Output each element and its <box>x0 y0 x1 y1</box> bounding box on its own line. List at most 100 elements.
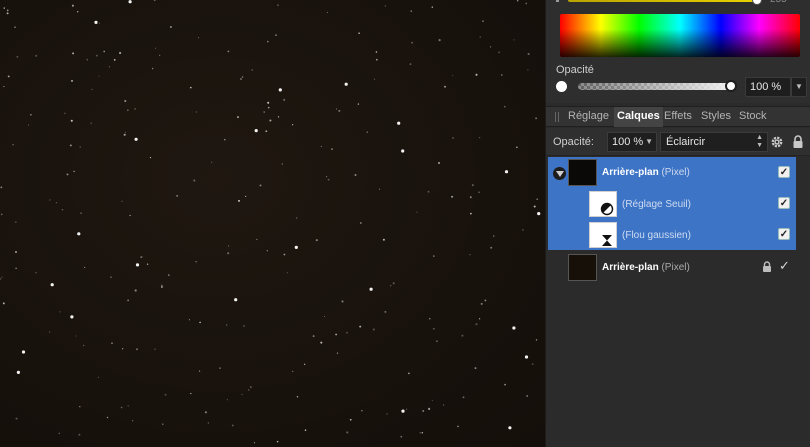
star-dot <box>226 324 228 326</box>
layer-opacity-label: Opacité: <box>553 136 594 148</box>
layer-thumbnail <box>589 191 617 217</box>
opacity-dropdown-button[interactable]: ▼ <box>791 77 807 97</box>
star-dot <box>358 32 360 35</box>
right-panel: 255 Opacité 100 % ▼ Réglage Calques Effe… <box>545 0 810 447</box>
opacity-slider-knob[interactable] <box>725 80 737 92</box>
star-dot <box>129 214 131 217</box>
star-dot <box>296 217 298 219</box>
star-dot <box>3 7 5 9</box>
layer-row[interactable]: (Flou gaussien) ✓ <box>548 219 796 250</box>
document-canvas[interactable] <box>0 0 545 447</box>
tab-stock[interactable]: Stock <box>739 110 767 122</box>
star-dot <box>392 282 395 285</box>
star-dot <box>21 350 26 354</box>
star-dot <box>457 425 459 428</box>
star-dot <box>16 55 19 58</box>
gear-icon[interactable] <box>770 135 784 149</box>
lock-icon[interactable] <box>792 135 804 149</box>
layer-visibility-checkbox[interactable]: ✓ <box>778 197 790 209</box>
star-dot <box>336 352 339 354</box>
star-dot <box>421 431 424 434</box>
star-dot <box>108 66 111 68</box>
star-dot <box>429 318 431 320</box>
checkmark-icon: ✓ <box>779 229 789 240</box>
top-color-slider-knob[interactable] <box>752 0 762 5</box>
checkmark-icon[interactable]: ✓ <box>779 258 790 274</box>
star-dot <box>286 272 288 274</box>
star-dot <box>237 116 239 119</box>
star-dot <box>15 417 18 420</box>
star-dot <box>240 78 242 80</box>
star-dot <box>428 407 431 410</box>
star-dot <box>452 74 454 76</box>
star-dot <box>470 212 472 215</box>
star-dot <box>71 4 74 7</box>
star-dot <box>259 184 262 187</box>
star-dot <box>134 108 136 110</box>
layer-visibility-checkbox[interactable]: ✓ <box>778 166 790 178</box>
star-dot <box>525 2 528 5</box>
star-dot <box>154 348 156 350</box>
panel-grip-icon[interactable] <box>555 112 559 122</box>
layer-row[interactable]: Arrière-plan (Pixel) ✓ <box>548 157 796 188</box>
star-dot <box>15 267 17 270</box>
star-dot <box>123 133 126 136</box>
star-dot <box>275 34 277 36</box>
star-dot <box>159 54 161 56</box>
top-color-slider[interactable] <box>568 0 756 2</box>
layer-opacity-select[interactable]: 100 % ▼ <box>607 132 657 152</box>
star-dot <box>161 284 163 287</box>
star-dot <box>127 405 129 407</box>
star-dot <box>15 251 17 253</box>
layer-row[interactable]: (Réglage Seuil) ✓ <box>548 188 796 219</box>
lock-icon[interactable] <box>762 261 772 273</box>
star-dot <box>195 261 197 263</box>
star-dot <box>35 55 38 57</box>
opacity-slider[interactable] <box>578 83 730 90</box>
opacity-input[interactable]: 100 % <box>745 77 791 97</box>
star-dot <box>69 144 72 147</box>
star-dot <box>127 299 129 302</box>
star-dot <box>134 137 138 141</box>
star-dot <box>267 40 269 43</box>
blend-mode-select[interactable]: Éclaircir ▲ ▼ <box>660 132 768 152</box>
star-dot <box>124 99 127 103</box>
star-dot <box>349 418 352 421</box>
star-dot <box>79 146 81 148</box>
star-dot <box>344 82 348 86</box>
layer-row[interactable]: Arrière-plan (Pixel) ✓ <box>548 250 796 284</box>
star-dot <box>265 130 268 133</box>
tab-styles[interactable]: Styles <box>701 110 731 122</box>
tab-calques[interactable]: Calques <box>614 107 663 127</box>
checkmark-icon: ✓ <box>779 167 789 178</box>
tab-effets[interactable]: Effets <box>664 110 692 122</box>
star-dot <box>401 149 405 153</box>
layer-toolbar: Opacité: 100 % ▼ Éclaircir ▲ ▼ <box>546 128 810 156</box>
star-dot <box>444 85 446 88</box>
star-dot <box>73 170 75 173</box>
star-dot <box>219 367 221 369</box>
star-dot <box>204 411 207 414</box>
star-dot <box>86 58 89 61</box>
star-dot <box>253 442 256 444</box>
star-dot <box>526 395 528 397</box>
color-spectrum-picker[interactable] <box>560 14 800 57</box>
star-dot <box>327 178 330 181</box>
opacity-swatch <box>556 81 567 92</box>
star-dot <box>325 176 328 178</box>
star-dot <box>48 331 51 333</box>
star-dot <box>190 392 192 395</box>
expander-icon[interactable] <box>553 167 566 180</box>
star-dot <box>188 319 190 321</box>
tab-reglage[interactable]: Réglage <box>568 110 609 122</box>
star-dot <box>517 0 519 2</box>
star-dot <box>199 321 201 324</box>
star-dot <box>241 393 243 395</box>
layer-thumbnail <box>589 222 617 248</box>
star-dot <box>366 131 368 133</box>
star-dot <box>320 341 323 344</box>
star-dot <box>527 52 530 56</box>
star-dot <box>269 119 272 122</box>
layer-visibility-checkbox[interactable]: ✓ <box>778 228 790 240</box>
slider-marker <box>556 0 559 2</box>
